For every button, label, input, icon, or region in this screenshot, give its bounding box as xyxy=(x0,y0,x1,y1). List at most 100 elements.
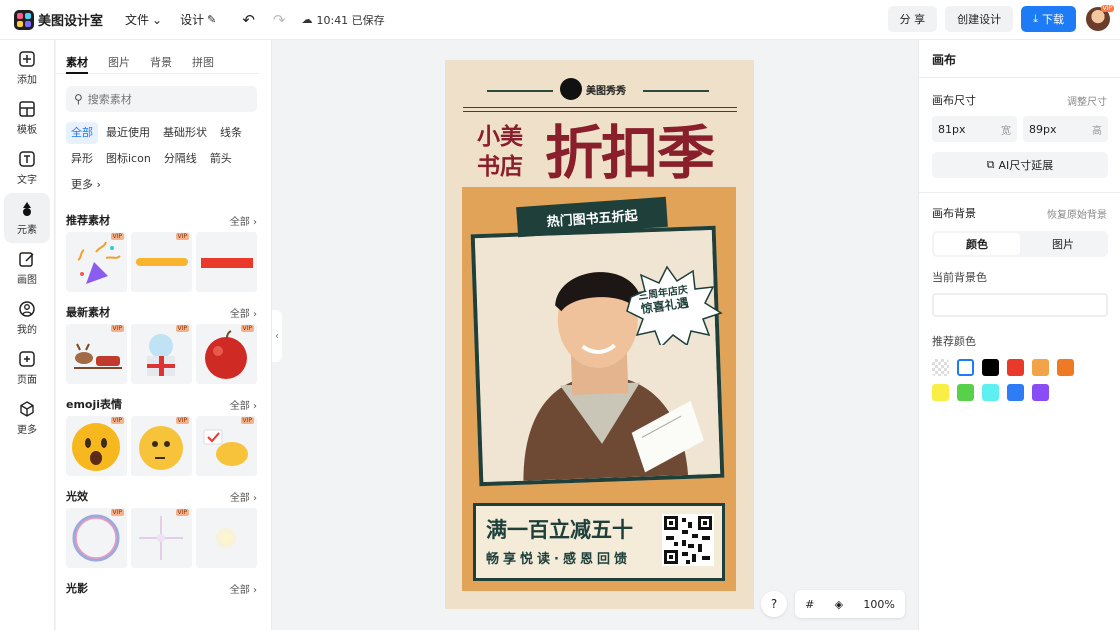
see-all-label: 全部 xyxy=(229,400,250,412)
search-box: ⚲ xyxy=(66,86,257,112)
asset-thumb-apple[interactable]: VIP xyxy=(196,324,257,384)
vip-badge: VIP xyxy=(175,509,189,516)
grid-icon[interactable]: # xyxy=(805,598,814,611)
rail-item-label: 更多 xyxy=(17,425,37,436)
section-title: 最新素材 xyxy=(66,306,110,319)
asset-thumb-bubble[interactable]: VIP xyxy=(66,508,127,568)
see-all-link[interactable]: 全部 › xyxy=(230,305,257,320)
asset-thumb-yellow-stroke[interactable]: VIP xyxy=(131,232,192,292)
asset-tabs: 素材 图片 背景 拼图 xyxy=(56,40,259,74)
asset-thumb-shocked-emoji[interactable]: VIP xyxy=(66,416,127,476)
swatch-light-orange[interactable] xyxy=(1032,359,1049,376)
tab-collage[interactable]: 拼图 xyxy=(192,54,214,73)
asset-thumb-gift-globe[interactable]: VIP xyxy=(131,324,192,384)
zoom-level[interactable]: 100% xyxy=(863,598,894,611)
download-button[interactable]: ⤓ 下载 xyxy=(1021,6,1076,32)
rail-item-add[interactable]: 添加 xyxy=(0,43,54,93)
current-bg-color[interactable] xyxy=(932,293,1108,317)
rail-item-draw[interactable]: 画图 xyxy=(0,243,54,293)
undo-icon[interactable]: ↶ xyxy=(242,11,255,29)
chip-more-label: 更多 xyxy=(71,178,93,191)
design-menu-label: 设计 xyxy=(180,13,205,27)
rail-item-pages[interactable]: 页面 xyxy=(0,343,54,393)
collapse-panel-button[interactable]: ‹ xyxy=(272,310,282,362)
ai-extend-button[interactable]: ⧉ AI尺寸延展 xyxy=(932,152,1108,178)
chip-basic-shapes[interactable]: 基础形状 xyxy=(158,122,212,144)
rail-item-template[interactable]: 模板 xyxy=(0,93,54,143)
chip-more[interactable]: 更多 › xyxy=(66,174,106,196)
asset-thumb-sparkle[interactable]: VIP xyxy=(131,508,192,568)
asset-thumb-thinking-emoji[interactable]: VIP xyxy=(131,416,192,476)
create-design-button[interactable]: 创建设计 xyxy=(945,6,1014,32)
swatch-transparent[interactable] xyxy=(932,359,949,376)
chip-lines[interactable]: 线条 xyxy=(215,122,247,144)
meitu-logo-icon xyxy=(560,78,582,100)
current-bg-label: 当前背景色 xyxy=(932,271,987,284)
avatar[interactable]: VIP xyxy=(1086,5,1114,31)
vip-badge: VIP xyxy=(240,417,254,424)
asset-thumb-reindeer-sleigh[interactable]: VIP xyxy=(66,324,127,384)
divider-rule-2 xyxy=(463,111,737,112)
see-all-label: 全部 xyxy=(229,492,250,504)
help-button[interactable]: ? xyxy=(761,591,787,617)
design-menu[interactable]: 设计 ✎ xyxy=(180,11,216,28)
tab-images[interactable]: 图片 xyxy=(108,54,130,73)
width-input[interactable]: 81px 宽 xyxy=(932,116,1017,142)
swatch-black[interactable] xyxy=(982,359,999,376)
qr-code-icon xyxy=(662,514,714,566)
layers-icon[interactable]: ◈ xyxy=(835,598,843,611)
tab-materials[interactable]: 素材 xyxy=(66,54,88,74)
asset-thumb-party-popper[interactable]: VIP xyxy=(66,232,127,292)
pen-edit-icon xyxy=(19,252,34,267)
apple-icon xyxy=(205,330,247,379)
thinking-emoji-icon xyxy=(139,426,183,470)
see-all-link[interactable]: 全部 › xyxy=(230,581,257,596)
chip-arrows[interactable]: 箭头 xyxy=(205,148,237,170)
swatch-white[interactable] xyxy=(957,359,974,376)
height-input[interactable]: 89px 高 xyxy=(1023,116,1108,142)
chip-recent[interactable]: 最近使用 xyxy=(101,122,155,144)
bg-type-toggle: 颜色 图片 xyxy=(932,231,1108,257)
promo-headline: 满一百立减五十 xyxy=(486,518,633,542)
swatch-green[interactable] xyxy=(957,384,974,401)
swatch-blue[interactable] xyxy=(1007,384,1024,401)
swatch-orange[interactable] xyxy=(1057,359,1074,376)
chevron-right-icon: › xyxy=(96,178,101,191)
reset-bg-link[interactable]: 恢复原始背景 xyxy=(1047,206,1107,221)
vip-badge: VIP xyxy=(110,325,124,332)
rail-item-more[interactable]: 更多 xyxy=(0,393,54,443)
seg-image[interactable]: 图片 xyxy=(1020,233,1106,255)
see-all-link[interactable]: 全部 › xyxy=(230,397,257,412)
swatch-red[interactable] xyxy=(1007,359,1024,376)
chip-all[interactable]: 全部 xyxy=(66,122,98,144)
chip-irregular[interactable]: 异形 xyxy=(66,148,98,170)
seg-color[interactable]: 颜色 xyxy=(934,233,1020,255)
see-all-link[interactable]: 全部 › xyxy=(230,489,257,504)
adjust-size-link[interactable]: 调整尺寸 xyxy=(1067,93,1107,108)
rail-item-mine[interactable]: 我的 xyxy=(0,293,54,343)
poster-brand-text: 美图秀秀 xyxy=(586,85,626,97)
rail-item-elements[interactable]: 元素 xyxy=(4,193,50,243)
asset-thumb-chick-emoji[interactable]: VIP xyxy=(196,416,257,476)
chip-icons[interactable]: 图标icon xyxy=(101,148,156,170)
redo-icon[interactable]: ↷ xyxy=(273,11,286,29)
search-input[interactable] xyxy=(87,92,248,106)
design-canvas[interactable]: 美图秀秀 小美书店 折扣季 热门图书五折起 三周年店庆 惊喜礼遇 满一百立减五十… xyxy=(445,60,754,609)
share-button[interactable]: 分 享 xyxy=(887,6,938,32)
chip-dividers[interactable]: 分隔线 xyxy=(159,148,202,170)
file-menu[interactable]: 文件 ⌄ xyxy=(125,11,162,28)
section-title: 光影 xyxy=(66,582,88,595)
swatch-purple[interactable] xyxy=(1032,384,1049,401)
asset-thumb-red-bar[interactable] xyxy=(196,232,257,292)
swatch-yellow[interactable] xyxy=(932,384,949,401)
brand[interactable]: 美图设计室 xyxy=(14,9,103,30)
tab-backgrounds[interactable]: 背景 xyxy=(150,54,172,73)
asset-thumb-glow[interactable] xyxy=(196,508,257,568)
rail-item-text[interactable]: 文字 xyxy=(0,143,54,193)
see-all-link[interactable]: 全部 › xyxy=(230,213,257,228)
ai-extend-label: AI尺寸延展 xyxy=(998,159,1054,172)
section-title: 推荐素材 xyxy=(66,214,110,227)
swatch-cyan[interactable] xyxy=(982,384,999,401)
glow-dot xyxy=(216,528,236,548)
template-icon xyxy=(19,101,35,117)
